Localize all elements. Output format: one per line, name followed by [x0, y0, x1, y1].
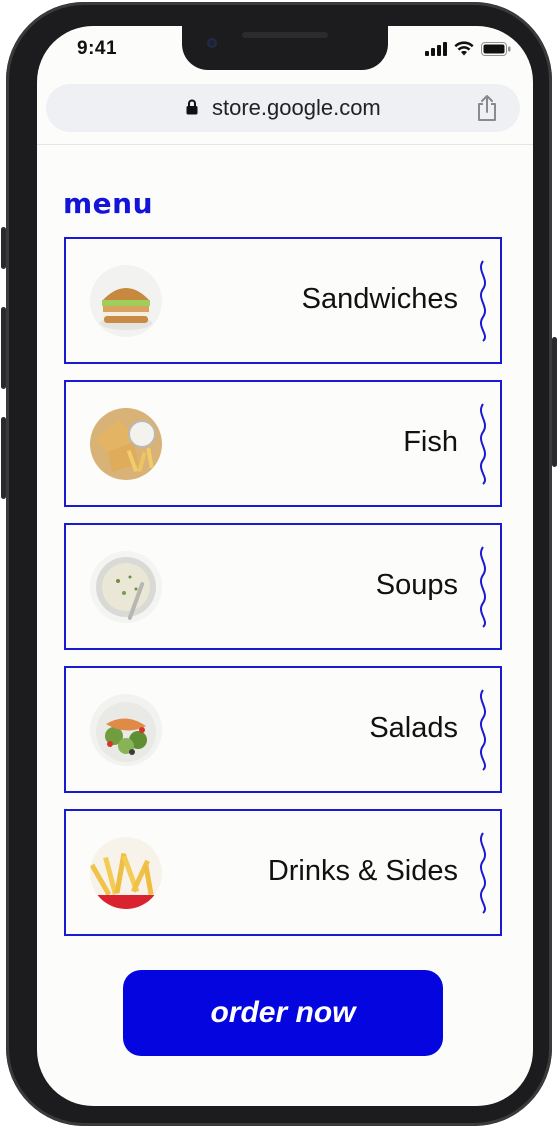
front-camera-icon	[207, 38, 217, 48]
notch	[182, 26, 388, 70]
menu-item-drinks-and-sides[interactable]: Drinks & Sides	[64, 809, 502, 936]
menu-title: menu	[63, 187, 154, 220]
menu-item-salads[interactable]: Salads	[64, 666, 502, 793]
battery-icon	[481, 41, 511, 56]
address-bar-divider	[37, 144, 533, 145]
soup-bowl-image	[90, 551, 162, 623]
menu-item-label: Soups	[375, 569, 458, 601]
menu-item-soups[interactable]: Soups	[64, 523, 502, 650]
menu-item-label: Fish	[403, 426, 458, 458]
fish-and-chips-image	[90, 408, 162, 480]
url-text: store.google.com	[212, 95, 381, 120]
wave-divider-icon	[480, 689, 486, 771]
menu-item-fish[interactable]: Fish	[64, 380, 502, 507]
lock-icon	[186, 99, 198, 115]
address-bar[interactable]: store.google.com	[46, 84, 520, 132]
wave-divider-icon	[480, 832, 486, 914]
status-icons	[425, 41, 511, 56]
fries-image	[90, 837, 162, 909]
menu-item-label: Salads	[369, 712, 458, 744]
wave-divider-icon	[480, 546, 486, 628]
speaker-grille	[242, 32, 328, 38]
salmon-salad-image	[90, 694, 162, 766]
phone-frame: 9:41 store.google.com menu Sandwiches Fi…	[1, 2, 557, 1126]
wave-divider-icon	[480, 260, 486, 342]
volume-up-button	[1, 307, 6, 389]
wifi-icon	[454, 41, 474, 56]
power-button	[552, 337, 557, 467]
menu-item-sandwiches[interactable]: Sandwiches	[64, 237, 502, 364]
sandwich-image	[90, 265, 162, 337]
status-time: 9:41	[77, 38, 118, 59]
cellular-signal-icon	[425, 41, 447, 56]
menu-item-label: Sandwiches	[301, 283, 458, 315]
menu-item-label: Drinks & Sides	[267, 855, 458, 887]
wave-divider-icon	[480, 403, 486, 485]
screen: 9:41 store.google.com menu Sandwiches Fi…	[37, 26, 533, 1106]
share-icon[interactable]	[476, 94, 498, 122]
volume-down-button	[1, 417, 6, 499]
mute-switch	[1, 227, 6, 269]
order-now-button[interactable]: order now	[123, 970, 443, 1056]
